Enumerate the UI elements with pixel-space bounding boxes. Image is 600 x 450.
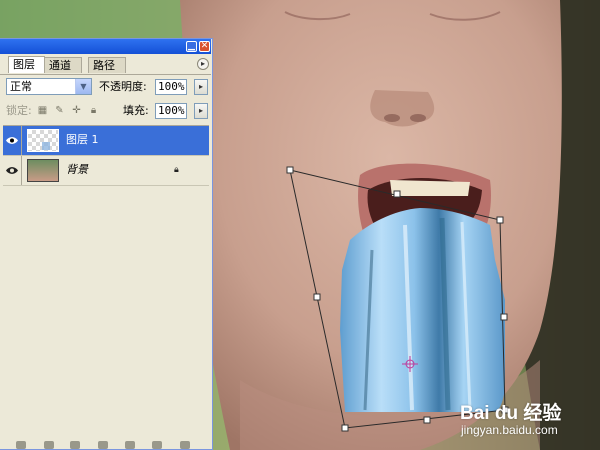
layer-name: 图层 1 [66,133,99,146]
layer-row-background[interactable]: 背景 🔒︎ [3,156,209,186]
layer-thumbnail [27,129,59,152]
visibility-toggle[interactable] [3,156,22,185]
blend-mode-select[interactable]: 正常 ▼ [6,78,92,95]
new-layer-icon[interactable] [152,441,162,449]
minimize-button[interactable]: ▁ [186,41,197,52]
layer-name: 背景 [66,163,88,176]
palette-tabs: 图层 通道 路径 ▸ [0,55,211,75]
adjustment-layer-icon[interactable] [98,441,108,449]
delete-layer-icon[interactable] [180,441,190,449]
visibility-toggle[interactable] [3,126,22,155]
watermark-url: jingyan.baidu.com [461,423,558,437]
layer-style-icon[interactable] [44,441,54,449]
palette-bottom-bar [0,439,211,449]
eye-icon [6,167,18,174]
new-group-icon[interactable] [125,441,135,449]
tab-layers[interactable]: 图层 [8,56,45,73]
lock-label: 锁定: [6,104,32,117]
layer-row-layer-1[interactable]: 图层 1 [3,126,209,156]
fill-slider-button[interactable]: ▸ [194,103,208,119]
chevron-down-icon: ▼ [75,79,91,94]
palette-menu-icon[interactable]: ▸ [197,58,209,70]
eye-icon [6,137,18,144]
layer-mask-icon[interactable] [70,441,80,449]
layer-thumbnail [27,159,59,182]
opacity-slider-button[interactable]: ▸ [194,79,208,95]
link-layers-icon[interactable] [16,441,26,449]
lock-transparency-icon[interactable]: ▦ [37,105,48,116]
lock-all-icon[interactable]: 🔒︎ [88,105,99,116]
opacity-label: 不透明度: [99,80,147,93]
close-button[interactable]: ✕ [199,41,210,52]
fill-label: 填充: [123,104,149,117]
lock-brush-icon[interactable]: ✎ [54,105,65,116]
watermark-logo: Bai du 经验 [460,403,562,424]
layers-list: 图层 1 背景 🔒︎ [3,125,209,426]
blend-mode-value: 正常 [10,80,32,93]
palette-titlebar[interactable]: ▁ ✕ [0,39,211,54]
lock-icon: 🔒︎ [174,165,179,175]
tab-channels[interactable]: 通道 [44,57,82,73]
tab-paths[interactable]: 路径 [88,57,126,73]
fill-input[interactable]: 100% [155,103,187,119]
lock-move-icon[interactable]: ✛ [71,105,82,116]
layers-palette: ▁ ✕ 图层 通道 路径 ▸ 正常 ▼ 不透明度: 100% ▸ 锁定: ▦ ✎… [0,38,213,450]
opacity-input[interactable]: 100% [155,79,187,95]
